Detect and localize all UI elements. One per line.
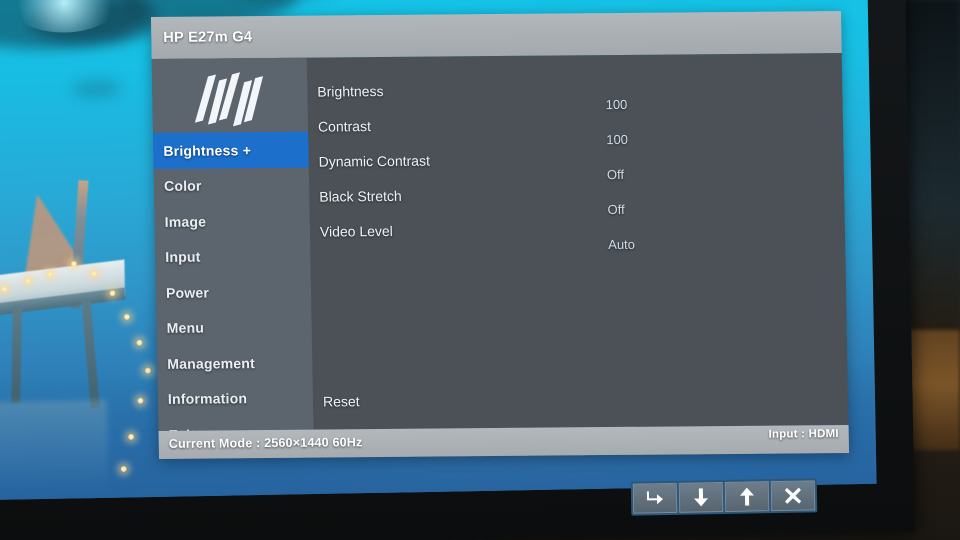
hardware-button-bar xyxy=(630,478,818,516)
sidebar-item-power[interactable]: Power xyxy=(156,274,312,311)
option-row-black-stretch[interactable]: Black Stretch Off xyxy=(319,184,840,221)
option-row-brightness[interactable]: Brightness 100 xyxy=(317,79,838,116)
hp-logo-icon xyxy=(194,72,264,127)
select-button[interactable] xyxy=(632,482,678,514)
wallpaper-string-light xyxy=(144,367,152,375)
option-label: Dynamic Contrast xyxy=(318,152,431,170)
osd-menu: HP E27m G4 Brightness + Color Image Inpu… xyxy=(150,11,850,459)
sidebar-item-input[interactable]: Input xyxy=(155,238,311,275)
osd-body: Brightness + Color Image Input Power Men… xyxy=(151,53,849,445)
page-title: HP E27m G4 xyxy=(163,29,253,46)
option-row-dynamic-contrast[interactable]: Dynamic Contrast Off xyxy=(318,149,839,186)
reset-button[interactable]: Reset xyxy=(323,393,360,409)
osd-title-bar: HP E27m G4 xyxy=(150,11,842,60)
close-x-icon xyxy=(784,487,802,504)
sidebar-item-management[interactable]: Management xyxy=(157,345,313,382)
enter-arrow-icon xyxy=(646,491,664,505)
sidebar-item-brightness[interactable]: Brightness + xyxy=(153,131,309,169)
sidebar-item-image[interactable]: Image xyxy=(154,203,310,240)
option-value: 100 xyxy=(605,96,628,113)
input-source-text: Input : HDMI xyxy=(768,428,839,441)
sidebar-item-label: Input xyxy=(165,248,201,266)
option-label: Brightness xyxy=(317,83,384,100)
option-row-contrast[interactable]: Contrast 100 xyxy=(318,114,839,151)
sidebar-item-menu[interactable]: Menu xyxy=(156,309,312,346)
wallpaper-string-light xyxy=(120,465,128,473)
option-value: 100 xyxy=(606,131,629,148)
screenshot-stage: HP E27m G4 Brightness + Color Image Inpu… xyxy=(0,0,960,540)
sidebar-item-label: Power xyxy=(165,284,210,301)
wallpaper-string-light xyxy=(136,397,145,405)
sidebar-item-label: Image xyxy=(164,213,207,230)
option-value: Off xyxy=(606,166,625,183)
wallpaper-cloud xyxy=(71,79,122,99)
wallpaper-string-light xyxy=(24,277,32,285)
wallpaper-dock-reflection xyxy=(0,399,109,493)
up-button[interactable] xyxy=(724,481,770,512)
wallpaper-string-light xyxy=(90,269,98,278)
wallpaper-dock-leg xyxy=(11,305,22,404)
osd-sidebar: Brightness + Color Image Input Power Men… xyxy=(151,57,314,443)
wallpaper-string-light xyxy=(135,339,143,347)
option-label: Contrast xyxy=(317,118,372,135)
arrow-down-icon xyxy=(694,488,709,507)
sidebar-item-information[interactable]: Information xyxy=(158,380,314,417)
exit-button[interactable] xyxy=(770,480,816,512)
sidebar-item-label: Color xyxy=(163,177,202,195)
sidebar-item-label: Information xyxy=(167,390,248,408)
down-button[interactable] xyxy=(678,482,724,513)
osd-main-panel: Brightness 100 Contrast 100 Dynamic Cont… xyxy=(307,53,849,445)
arrow-up-icon xyxy=(739,487,754,506)
option-label: Black Stretch xyxy=(319,187,402,205)
sidebar-item-label: Menu xyxy=(166,319,205,337)
sidebar-item-color[interactable]: Color xyxy=(154,167,310,204)
sidebar-item-label: Management xyxy=(167,354,256,372)
option-label: Video Level xyxy=(319,222,393,240)
reset-label: Reset xyxy=(322,393,360,410)
option-row-video-level[interactable]: Video Level Auto xyxy=(320,219,841,256)
wallpaper-string-light xyxy=(127,433,135,441)
osd-sidebar-menu: Brightness + Color Image Input Power Men… xyxy=(153,131,314,453)
current-mode-text: Current Mode : 2560×1440 60Hz xyxy=(168,435,363,451)
option-value: Off xyxy=(607,201,625,218)
sidebar-item-label: Brightness + xyxy=(163,141,252,159)
wallpaper-string-light xyxy=(123,313,131,321)
option-value: Auto xyxy=(608,236,636,253)
